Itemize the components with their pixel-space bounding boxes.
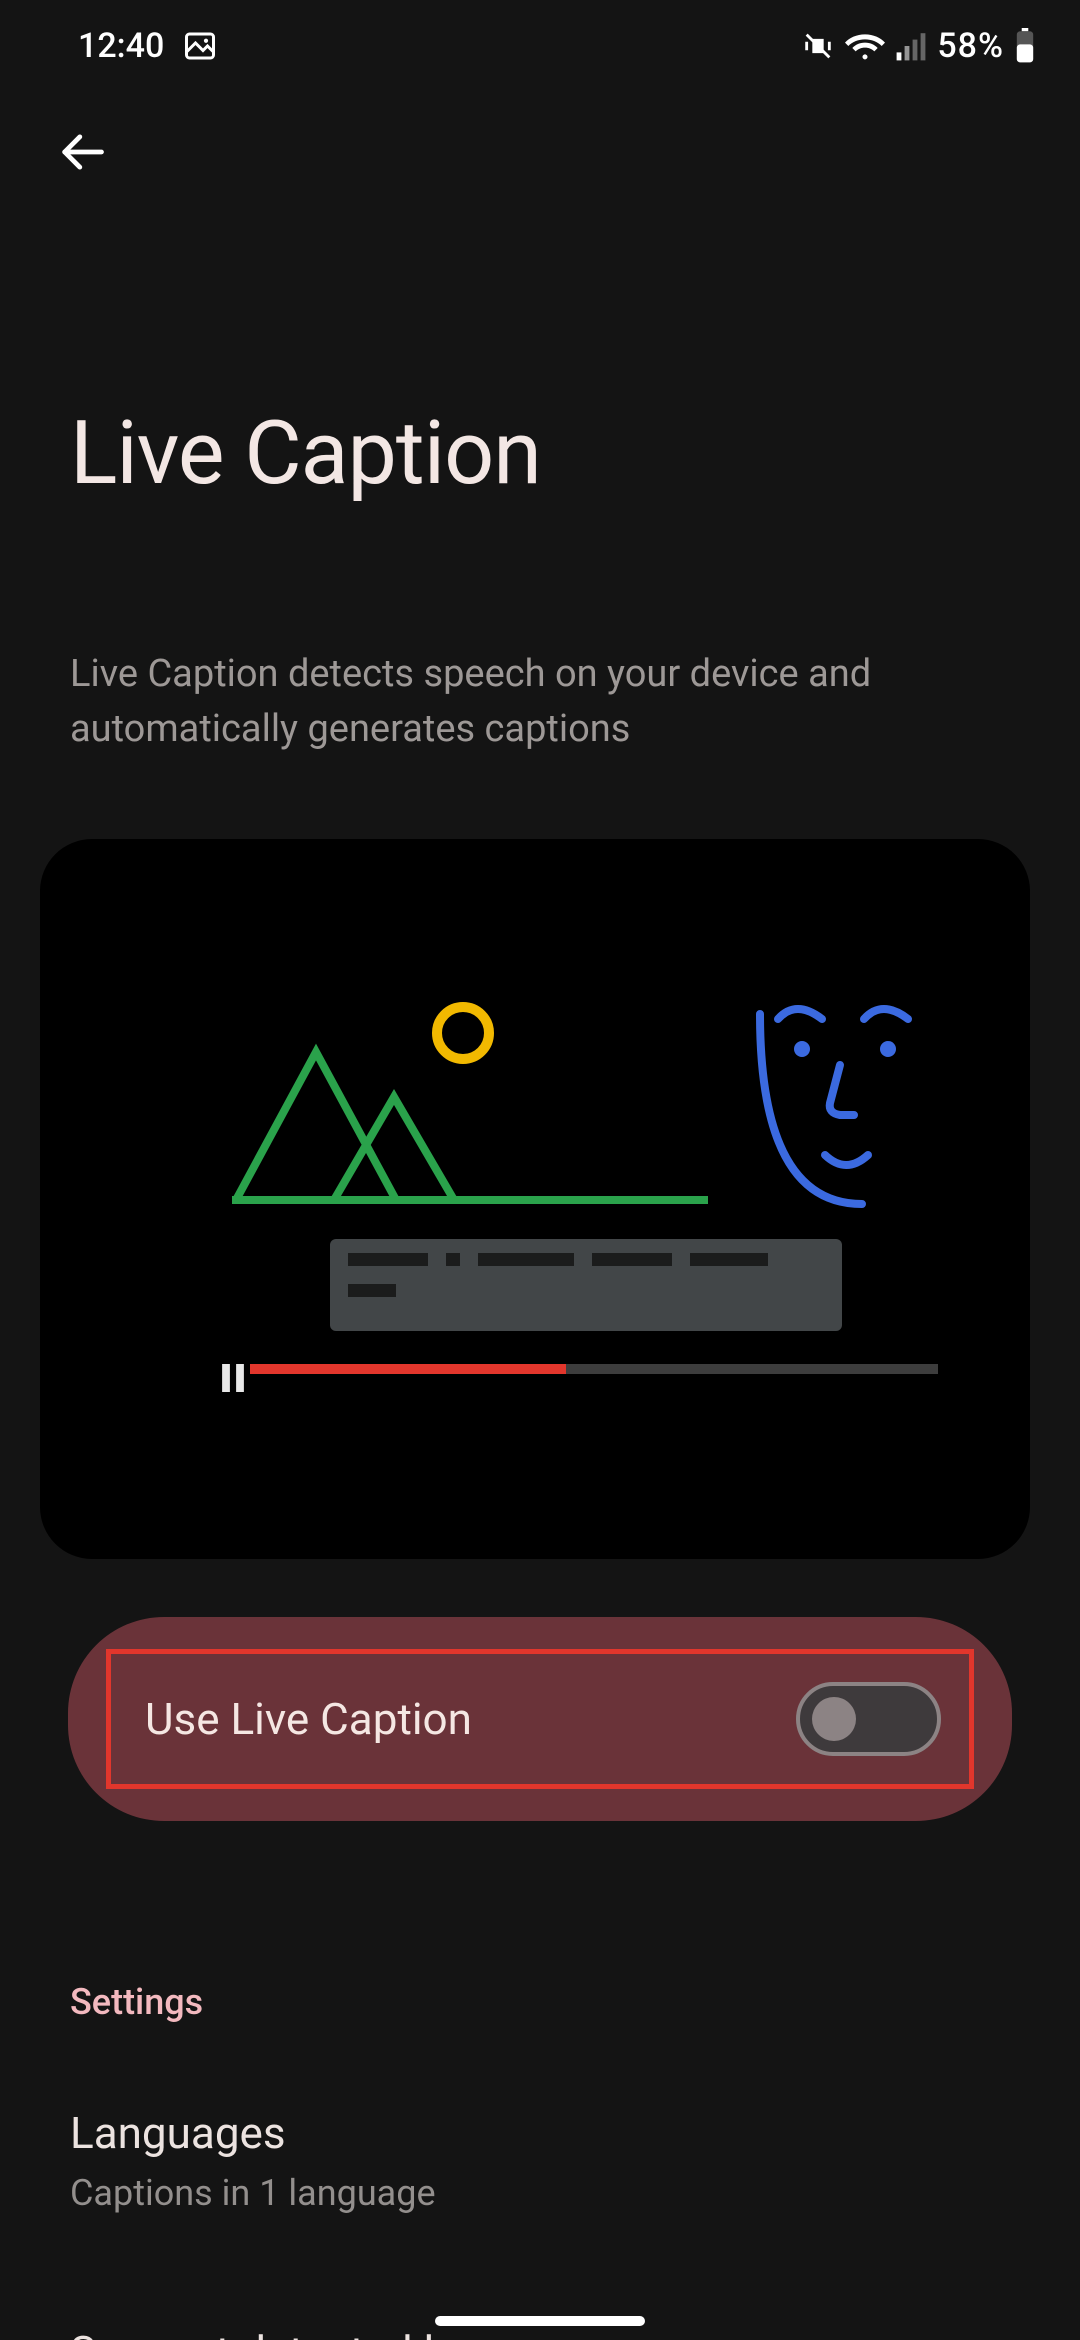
content: Live Caption Live Caption detects speech… <box>0 402 1080 2340</box>
back-button[interactable] <box>46 116 118 188</box>
clock: 12:40 <box>78 26 164 66</box>
status-right: 58% <box>801 26 1036 66</box>
languages-title: Languages <box>70 2107 436 2159</box>
image-notification-icon <box>182 28 218 64</box>
suggest-languages-title: Suggest detected languages <box>70 2326 692 2340</box>
live-caption-illustration <box>40 839 1030 1559</box>
cellular-signal-icon <box>895 30 927 62</box>
use-live-caption-label: Use Live Caption <box>145 1693 472 1745</box>
video-progress-row <box>222 1364 938 1374</box>
caption-box-illustration <box>330 1239 842 1331</box>
video-progress-fill <box>250 1364 566 1374</box>
video-progress-track <box>250 1364 938 1374</box>
status-bar: 12:40 <box>0 0 1080 92</box>
page-description: Live Caption detects speech on your devi… <box>70 647 990 757</box>
suggest-languages-item[interactable]: Suggest detected languages New languages… <box>70 2326 1010 2340</box>
page-title: Live Caption <box>70 402 1010 505</box>
wifi-icon <box>845 29 885 63</box>
languages-subtitle: Captions in 1 language <box>70 2169 436 2218</box>
navigation-handle[interactable] <box>435 2316 645 2326</box>
illustration-svg <box>40 839 1030 1559</box>
app-bar <box>0 92 1080 212</box>
use-live-caption-switch[interactable] <box>796 1682 941 1756</box>
highlight-annotation: Use Live Caption <box>106 1649 974 1789</box>
languages-item[interactable]: Languages Captions in 1 language <box>70 2107 1010 2218</box>
battery-icon <box>1014 28 1036 64</box>
settings-section-header: Settings <box>70 1981 1010 2023</box>
use-live-caption-card[interactable]: Use Live Caption <box>68 1617 1012 1821</box>
status-left: 12:40 <box>78 26 218 66</box>
battery-percentage: 58% <box>937 26 1004 66</box>
vibrate-mute-icon <box>801 29 835 63</box>
